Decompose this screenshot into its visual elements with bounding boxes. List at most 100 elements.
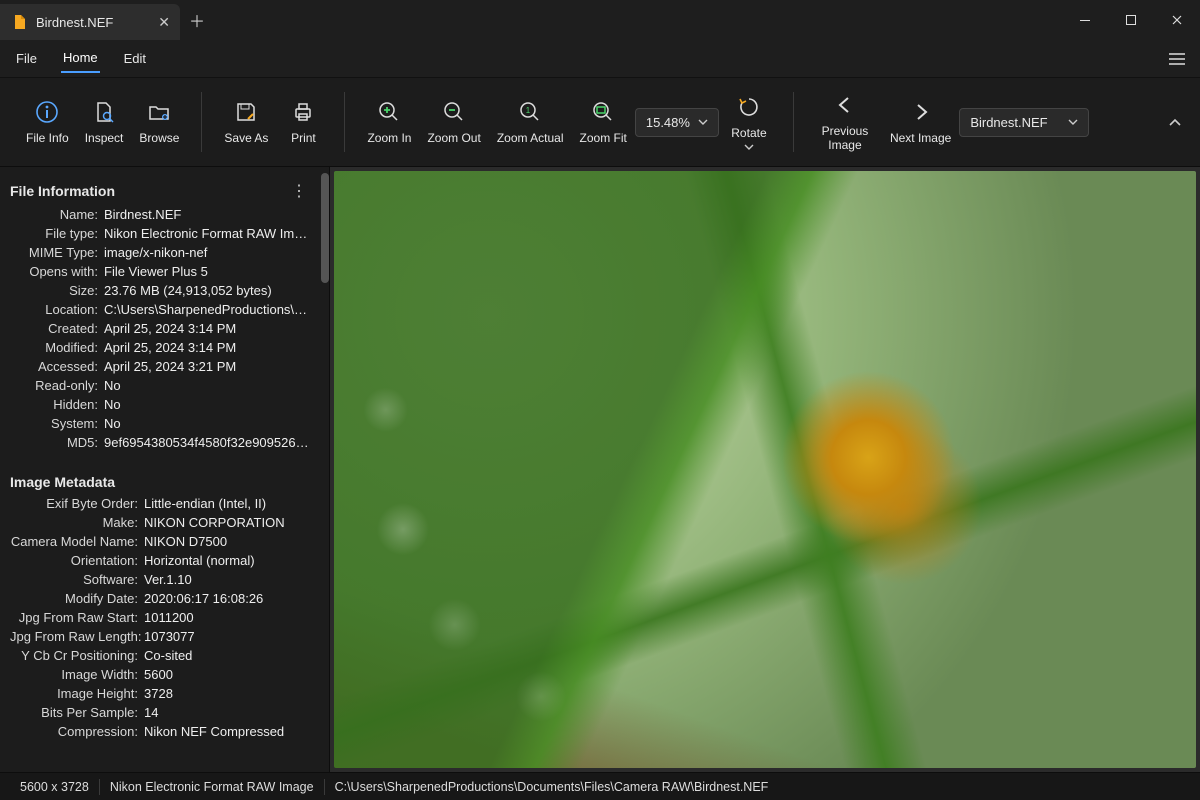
fi-size-l: Size: [10,283,98,298]
ribbon-separator [344,92,345,152]
zoom-out-icon [441,99,467,125]
sidebar: File Information ⋮ Name: Birdnest.NEF Fil… [0,167,330,772]
save-icon [233,99,259,125]
status-dimensions: 5600 x 3728 [10,780,99,794]
im-orient-l: Orientation: [10,553,138,568]
rotate-label: Rotate [731,126,766,140]
print-button[interactable]: Print [276,95,330,149]
fi-mime: image/x-nikon-nef [104,245,313,260]
ribbon-group-zoom: Zoom In Zoom Out 1 Zoom Actual Zoom Fit … [349,88,789,156]
zoom-fit-button[interactable]: Zoom Fit [572,95,635,149]
im-width-l: Image Width: [10,667,138,682]
inspect-label: Inspect [85,131,124,145]
file-info-header: File Information ⋮ [10,177,315,207]
fi-md5-l: MD5: [10,435,98,450]
menu-home[interactable]: Home [61,44,100,73]
more-options-icon[interactable]: ⋮ [291,181,311,201]
ribbon-group-file: File Info Inspect Browse [8,88,197,156]
fi-md5: 9ef6954380534f4580f32e90952655ef [104,435,313,450]
browse-button[interactable]: Browse [131,95,187,149]
ribbon-group-output: Save As Print [206,88,340,156]
window-controls [1062,0,1200,40]
ribbon-separator [201,92,202,152]
im-mdate: 2020:06:17 16:08:26 [144,591,313,606]
image-meta-header: Image Metadata [10,470,315,496]
rotate-icon [736,94,762,120]
fi-created: April 25, 2024 3:14 PM [104,321,313,336]
print-icon [290,99,316,125]
file-info-button[interactable]: File Info [18,95,77,149]
zoom-actual-label: Zoom Actual [497,131,564,145]
svg-text:1: 1 [526,106,531,115]
fi-name-l: Name: [10,207,98,222]
im-bits-l: Bits Per Sample: [10,705,138,720]
zoom-in-button[interactable]: Zoom In [359,95,419,149]
zoom-fit-label: Zoom Fit [580,131,627,145]
workspace: File Information ⋮ Name: Birdnest.NEF Fil… [0,167,1200,772]
image-preview [334,171,1196,768]
status-path: C:\Users\SharpenedProductions\Documents\… [325,780,779,794]
menu-file[interactable]: File [14,45,39,72]
fi-accessed-l: Accessed: [10,359,98,374]
file-icon [12,14,28,30]
inspect-icon [91,99,117,125]
inspect-button[interactable]: Inspect [77,95,132,149]
im-jpglen: 1073077 [144,629,313,644]
menubar: File Home Edit [0,40,1200,78]
im-exif-l: Exif Byte Order: [10,496,138,511]
previous-image-button[interactable]: Previous Image [808,88,882,156]
im-ycbcr: Co-sited [144,648,313,663]
next-image-button[interactable]: Next Image [882,95,959,149]
fi-loc: C:\Users\SharpenedProductions\Docu... [104,302,313,317]
file-selector-value: Birdnest.NEF [970,115,1047,130]
close-window-button[interactable] [1154,0,1200,40]
fi-system: No [104,416,313,431]
zoom-level-dropdown[interactable]: 15.48% [635,108,719,137]
im-height: 3728 [144,686,313,701]
im-make-l: Make: [10,515,138,530]
fi-loc-l: Location: [10,302,98,317]
im-model: NIKON D7500 [144,534,313,549]
browse-label: Browse [139,131,179,145]
image-meta-title: Image Metadata [10,474,115,490]
scrollbar-thumb[interactable] [321,173,329,283]
ribbon-separator [793,92,794,152]
file-selector-dropdown[interactable]: Birdnest.NEF [959,108,1089,137]
fi-opens: File Viewer Plus 5 [104,264,313,279]
maximize-button[interactable] [1108,0,1154,40]
fi-opens-l: Opens with: [10,264,98,279]
image-viewer[interactable] [330,167,1200,772]
file-info-label: File Info [26,131,69,145]
file-info-grid: Name:Birdnest.NEF File type:Nikon Electr… [10,207,315,456]
fi-accessed: April 25, 2024 3:21 PM [104,359,313,374]
chevron-down-icon [1068,119,1078,125]
window-tab[interactable]: Birdnest.NEF ✕ [0,4,180,40]
fi-mime-l: MIME Type: [10,245,98,260]
fi-hidden: No [104,397,313,412]
menu-edit[interactable]: Edit [122,45,148,72]
im-comp: Nikon NEF Compressed [144,724,313,739]
zoom-out-button[interactable]: Zoom Out [419,95,488,149]
rotate-button[interactable]: Rotate [719,90,779,154]
close-tab-icon[interactable]: ✕ [158,14,170,31]
minimize-button[interactable] [1062,0,1108,40]
fi-filetype-l: File type: [10,226,98,241]
im-make: NIKON CORPORATION [144,515,313,530]
browse-icon [146,99,172,125]
collapse-ribbon-button[interactable] [1158,111,1192,133]
save-as-button[interactable]: Save As [216,95,276,149]
zoom-actual-button[interactable]: 1 Zoom Actual [489,95,572,149]
new-tab-button[interactable]: ＋ [180,0,214,40]
fi-readonly-l: Read-only: [10,378,98,393]
app-menu-button[interactable] [1168,52,1186,66]
fi-name: Birdnest.NEF [104,207,313,222]
sidebar-scrollbar[interactable] [321,167,329,772]
im-ycbcr-l: Y Cb Cr Positioning: [10,648,138,663]
zoom-in-label: Zoom In [367,131,411,145]
fi-size: 23.76 MB (24,913,052 bytes) [104,283,313,298]
ribbon: File Info Inspect Browse Save As Print Z… [0,78,1200,167]
previous-image-label: Previous Image [816,124,874,152]
fi-system-l: System: [10,416,98,431]
im-comp-l: Compression: [10,724,138,739]
chevron-left-icon [832,92,858,118]
